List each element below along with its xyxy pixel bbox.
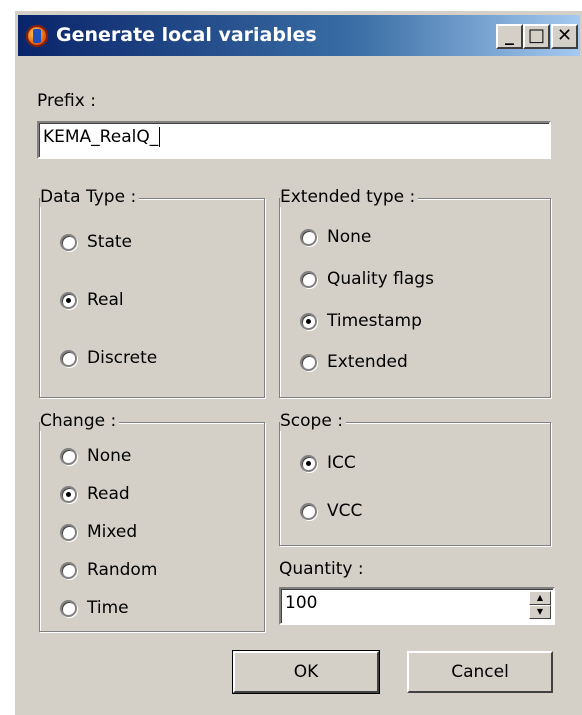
change-legend: Change : xyxy=(40,411,120,431)
radio-extended-quality-flags[interactable]: Quality flags xyxy=(300,269,434,289)
radio-label: Random xyxy=(87,560,158,580)
radio-scope-vcc[interactable]: VCC xyxy=(300,501,362,521)
quantity-value: 100 xyxy=(285,593,318,613)
ok-button[interactable]: OK xyxy=(232,650,380,694)
radio-label: Timestamp xyxy=(327,311,422,331)
radio-extended-extended[interactable]: Extended xyxy=(300,352,408,372)
radio-change-mixed[interactable]: Mixed xyxy=(60,522,137,542)
radio-circle xyxy=(60,447,77,465)
radio-circle xyxy=(300,312,317,330)
quantity-stepper[interactable]: 100 ▲ ▼ xyxy=(279,587,555,625)
radio-label: Mixed xyxy=(87,522,138,542)
radio-label: ICC xyxy=(327,453,356,473)
radio-circle xyxy=(60,291,77,309)
quantity-label: Quantity : xyxy=(279,559,364,579)
maximize-button[interactable]: □ xyxy=(523,24,550,49)
radio-label: Read xyxy=(87,484,130,504)
spin-down-icon[interactable]: ▼ xyxy=(529,605,551,619)
radio-circle xyxy=(60,599,77,617)
radio-change-read[interactable]: Read xyxy=(60,484,130,504)
radio-label: None xyxy=(327,227,372,247)
radio-extended-timestamp[interactable]: Timestamp xyxy=(300,311,422,331)
radio-scope-icc[interactable]: ICC xyxy=(300,453,356,473)
window-title: Generate local variables xyxy=(56,24,317,46)
radio-label: Real xyxy=(87,290,124,310)
prefix-value: KEMA_RealQ_ xyxy=(43,127,159,147)
prefix-input[interactable]: KEMA_RealQ_ xyxy=(37,121,551,159)
radio-change-time[interactable]: Time xyxy=(60,598,129,618)
radio-label: State xyxy=(87,232,132,252)
radio-label: None xyxy=(87,446,132,466)
data-type-legend: Data Type : xyxy=(40,187,140,207)
radio-change-none[interactable]: None xyxy=(60,446,131,466)
radio-label: Extended xyxy=(327,352,408,372)
radio-label: Quality flags xyxy=(327,269,434,289)
data-type-group: Data Type : State Real Discrete xyxy=(39,187,265,398)
extended-type-legend: Extended type : xyxy=(280,187,419,207)
scope-legend: Scope : xyxy=(280,411,346,431)
app-icon xyxy=(26,25,48,47)
radio-circle xyxy=(300,228,317,246)
title-bar[interactable]: Generate local variables _ □ ✕ xyxy=(18,15,580,56)
radio-circle xyxy=(60,349,77,367)
radio-circle xyxy=(300,270,317,288)
radio-change-random[interactable]: Random xyxy=(60,560,157,580)
radio-circle xyxy=(300,502,317,520)
radio-circle xyxy=(300,454,317,472)
radio-circle xyxy=(60,523,77,541)
radio-label: Time xyxy=(87,598,129,618)
dialog-window: Generate local variables _ □ ✕ Prefix : … xyxy=(14,10,582,715)
radio-label: Discrete xyxy=(87,348,158,368)
spin-buttons: ▲ ▼ xyxy=(529,591,551,619)
close-button[interactable]: ✕ xyxy=(551,24,578,49)
radio-circle xyxy=(300,353,317,371)
prefix-label: Prefix : xyxy=(37,91,96,111)
radio-label: VCC xyxy=(327,501,363,521)
change-group: Change : None Read Mixed Random Time xyxy=(39,411,265,632)
radio-data-type-state[interactable]: State xyxy=(60,232,132,252)
radio-circle xyxy=(60,485,77,503)
radio-data-type-real[interactable]: Real xyxy=(60,290,124,310)
radio-data-type-discrete[interactable]: Discrete xyxy=(60,348,157,368)
radio-circle xyxy=(60,561,77,579)
extended-type-group: Extended type : None Quality flags Times… xyxy=(279,187,551,398)
scope-group: Scope : ICC VCC xyxy=(279,411,551,546)
minimize-button[interactable]: _ xyxy=(496,24,523,49)
radio-circle xyxy=(60,233,77,251)
spin-up-icon[interactable]: ▲ xyxy=(529,591,551,605)
radio-extended-none[interactable]: None xyxy=(300,227,371,247)
cancel-button[interactable]: Cancel xyxy=(407,651,553,693)
